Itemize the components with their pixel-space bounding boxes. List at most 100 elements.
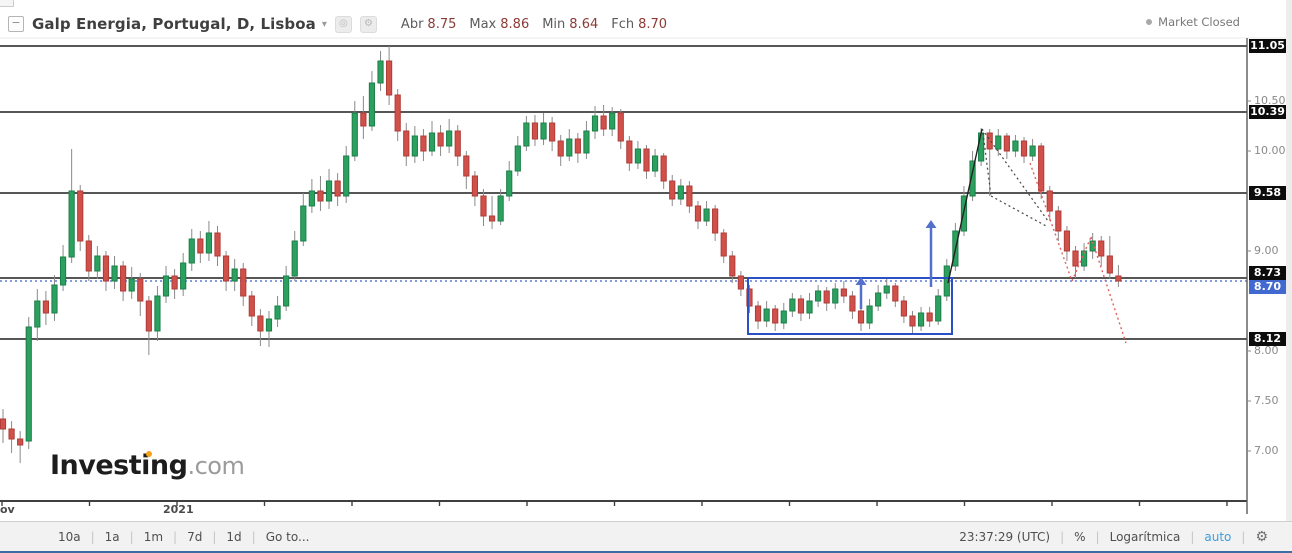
candle-down [42,300,49,314]
projection-line-red[interactable] [1090,236,1127,344]
candle-down [737,275,744,290]
candle-down [463,155,470,177]
candle-up [428,132,436,152]
candle-up [368,82,376,127]
candle-down [471,175,478,197]
candle-down [892,285,899,302]
candle-up [291,240,298,277]
candle-down [754,305,762,322]
candle-down [772,308,779,324]
range-button-1m[interactable]: 1m [134,530,173,544]
candle-down [1063,230,1071,252]
watermark-brand: Investing [50,450,188,481]
price-tick-label: 10.00 [1254,144,1286,157]
candle-down [197,238,204,254]
candle-up [265,318,273,332]
candle-up [815,290,822,302]
candle-up [651,155,659,172]
watermark-suffix: .com [187,452,245,480]
candle-down [823,290,830,304]
investing-watermark: Investing.com [50,450,245,481]
candle-down [549,122,556,142]
candle-down [617,112,624,142]
candle-down [797,298,805,314]
candle-down [1072,250,1079,267]
candle-down [626,140,633,164]
candle-down [900,300,907,317]
candle-down [1003,135,1010,152]
candle-up [283,275,290,307]
candle-up [59,256,67,286]
chart-window: − Galp Energia, Portugal, D, Lisboa ▾ ◎ … [0,0,1292,553]
range-button-1d[interactable]: 1d [216,530,251,544]
range-button-7d[interactable]: 7d [177,530,212,544]
candle-down [214,232,221,257]
candle-down [222,255,230,282]
price-axis[interactable]: 10.50 10.00 9.00 8.00 7.50 7.00 11.05 10.39 9.58… [1247,38,1286,516]
candle-up [703,208,710,222]
candle-down [600,115,607,130]
candle-down [1020,140,1028,157]
candle-up [377,60,384,84]
candle-down [480,195,487,217]
candle-down [909,315,916,327]
range-button-goto[interactable]: Go to... [256,530,320,544]
candle-down [669,180,676,200]
candle-down [660,155,667,182]
candle-up [591,115,599,132]
candle-up [446,130,453,147]
price-level-badge: 8.73 [1249,266,1286,280]
candle-up [883,285,890,294]
candle-down [317,190,324,202]
candle-down [1098,240,1105,257]
candle-down [0,418,7,430]
range-buttons: 10a | 1a | 1m | 7d | 1d | Go to... [48,530,319,544]
candle-down [420,135,427,152]
price-level-badge: 11.05 [1249,39,1286,53]
gear-icon[interactable]: ⚙ [1245,529,1278,545]
candle-up [231,268,238,282]
candle-down [1046,190,1053,212]
candle-down [857,310,865,324]
log-scale-button[interactable]: Logarítmica [1100,530,1191,544]
candle-up [523,122,530,147]
candle-down [849,295,856,312]
price-tick-label: 9.00 [1254,244,1279,257]
auto-scale-button[interactable]: auto [1194,530,1241,544]
candle-up [806,300,813,314]
candle-down [454,130,461,157]
candle-up [188,238,195,264]
candle-up [497,195,504,222]
time-tick-label: 2021 [163,503,194,516]
candle-down [77,190,84,242]
time-tick-label: ov [0,503,15,516]
candle-down [531,122,539,140]
candle-down [137,278,144,302]
trend-line[interactable] [947,128,983,284]
range-button-10a[interactable]: 10a [48,530,91,544]
candle-up [677,185,684,200]
candle-down [720,232,727,257]
candle-up [111,265,118,282]
candle-down [643,148,650,172]
candle-up [205,232,213,254]
candle-up [128,278,135,292]
candle-up [68,190,75,258]
candle-up [300,205,307,242]
percent-scale-button[interactable]: % [1064,530,1095,544]
clock-display[interactable]: 23:37:29 (UTC) [949,530,1060,544]
dotted-trend-line[interactable] [990,195,1049,228]
range-button-1a[interactable]: 1a [95,530,130,544]
projection-line-red[interactable] [1029,162,1073,282]
candle-down [386,60,393,96]
candle-down [574,138,581,154]
up-arrow-head[interactable] [925,220,937,228]
candle-down [17,438,24,446]
candle-up [875,292,882,307]
candle-down [145,300,152,332]
candle-down [557,140,564,157]
watermark-orange-dot [146,451,152,457]
candle-up [978,132,985,162]
candle-down [1038,145,1045,192]
candle-up [343,155,350,197]
